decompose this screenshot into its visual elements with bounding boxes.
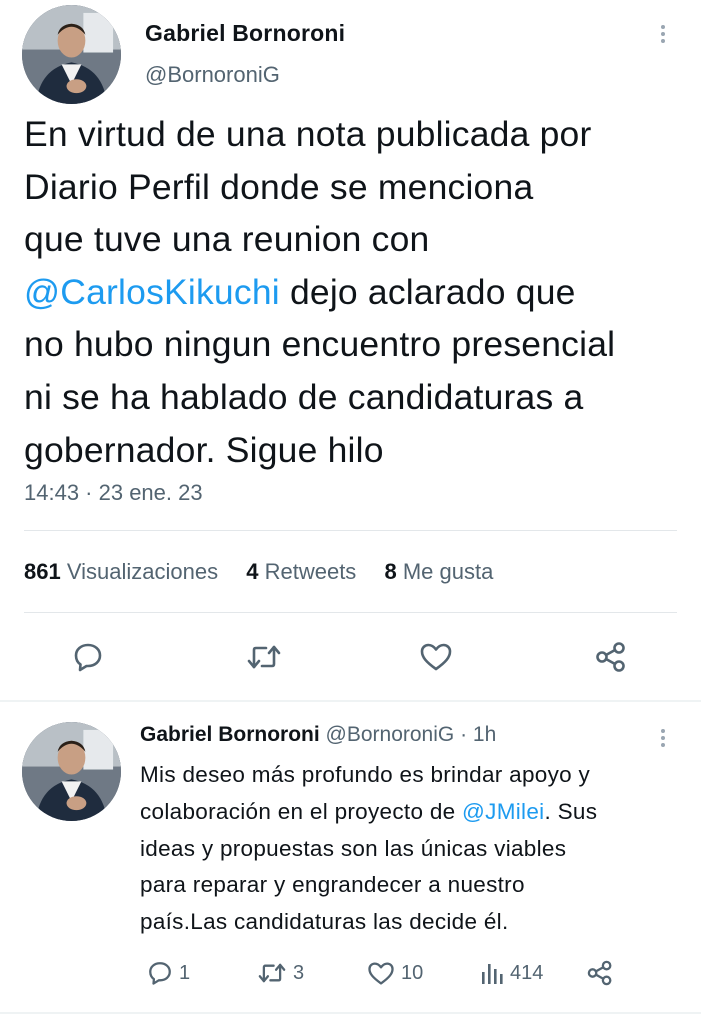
reply-text-line: ideas y propuestas son las únicas viable… [140,835,567,861]
reply-like-button[interactable]: 10 [367,958,423,988]
avatar-photo [22,722,121,821]
reply-retweet-button[interactable]: 3 [257,958,304,988]
reply-author-name[interactable]: Gabriel Bornoroni [140,723,320,746]
reply-text-line: para reparar y engrandecer a nuestro [140,872,525,898]
tweet-text-line: Diario Perfil donde se menciona [24,166,534,207]
reply-icon [149,962,171,985]
retweet-icon [247,645,281,669]
mention-link[interactable]: @JMilei [462,799,544,824]
retweets-count[interactable]: 4 [246,559,258,584]
author-handle[interactable]: @BornoroniG [145,62,280,88]
tweet-text-line: que tuve una reunion con [24,219,430,260]
reply-views-button[interactable]: 414 [480,958,543,988]
divider [24,530,677,531]
tweet-text: En virtud de una nota publicada por Diar… [24,108,694,476]
reply-button[interactable] [72,641,104,673]
reply-text-fragment: colaboración en el proyecto de [140,798,456,824]
avatar-photo [22,5,121,104]
like-button[interactable] [419,642,453,672]
tweet-text-line: gobernador. Sigue hilo [24,429,384,470]
reply-share-button[interactable] [586,958,620,988]
reply-text-line: colaboración en el proyecto de @JMilei. … [140,794,685,831]
share-button[interactable] [594,640,628,674]
reply-time-ago[interactable]: · 1h [460,723,496,746]
tweet-timestamp[interactable]: 14:43 · 23 ene. 23 [24,480,203,506]
author-name[interactable]: Gabriel Bornoroni [145,20,345,47]
reply-text-fragment: . Sus [544,798,598,824]
tweet-text-line: @CarlosKikuchi dejo aclarado que [24,266,694,319]
reply-header: Gabriel Bornoroni @BornoroniG · 1h [140,723,496,747]
like-icon [420,643,452,671]
tweet-text-line: En virtud de una nota publicada por [24,114,592,154]
avatar[interactable] [22,5,121,104]
reply-text-line: país.Las candidaturas las decide él. [140,909,509,935]
reply-author-handle[interactable]: @BornoroniG [326,723,455,746]
reply-avatar[interactable] [22,722,121,821]
like-icon [368,961,394,985]
share-icon [587,960,612,986]
views-count: 414 [510,961,544,984]
tweet-separator [0,700,701,702]
reply-reply-button[interactable]: 1 [147,958,190,988]
retweet-icon [258,963,286,983]
divider [24,612,677,613]
divider [0,1012,701,1014]
more-options-icon[interactable] [661,726,665,750]
likes-count[interactable]: 8 [384,559,396,584]
retweet-count: 3 [293,961,305,984]
tweet-text-line: ni se ha hablado de candidaturas a [24,376,584,417]
share-icon [596,642,625,672]
retweets-label[interactable]: Retweets [265,559,357,584]
mention-link[interactable]: @CarlosKikuchi [24,272,280,312]
likes-label[interactable]: Me gusta [403,559,494,584]
views-count: 861 [24,559,61,584]
views-label: Visualizaciones [66,559,219,584]
reply-text-line: Mis deseo más profundo es brindar apoyo … [140,762,591,787]
like-count: 10 [401,961,424,984]
more-options-icon[interactable] [661,22,665,46]
retweet-button[interactable] [246,641,282,673]
reply-count: 1 [179,961,191,984]
analytics-icon [482,964,503,984]
tweet-stats: 861 Visualizaciones 4 Retweets 8 Me gust… [24,559,515,585]
reply-text: Mis deseo más profundo es brindar apoyo … [140,757,685,941]
tweet-text-fragment: dejo aclarado que [289,271,576,312]
reply-icon [74,643,102,672]
tweet-text-line: no hubo ningun encuentro presencial [24,324,616,365]
